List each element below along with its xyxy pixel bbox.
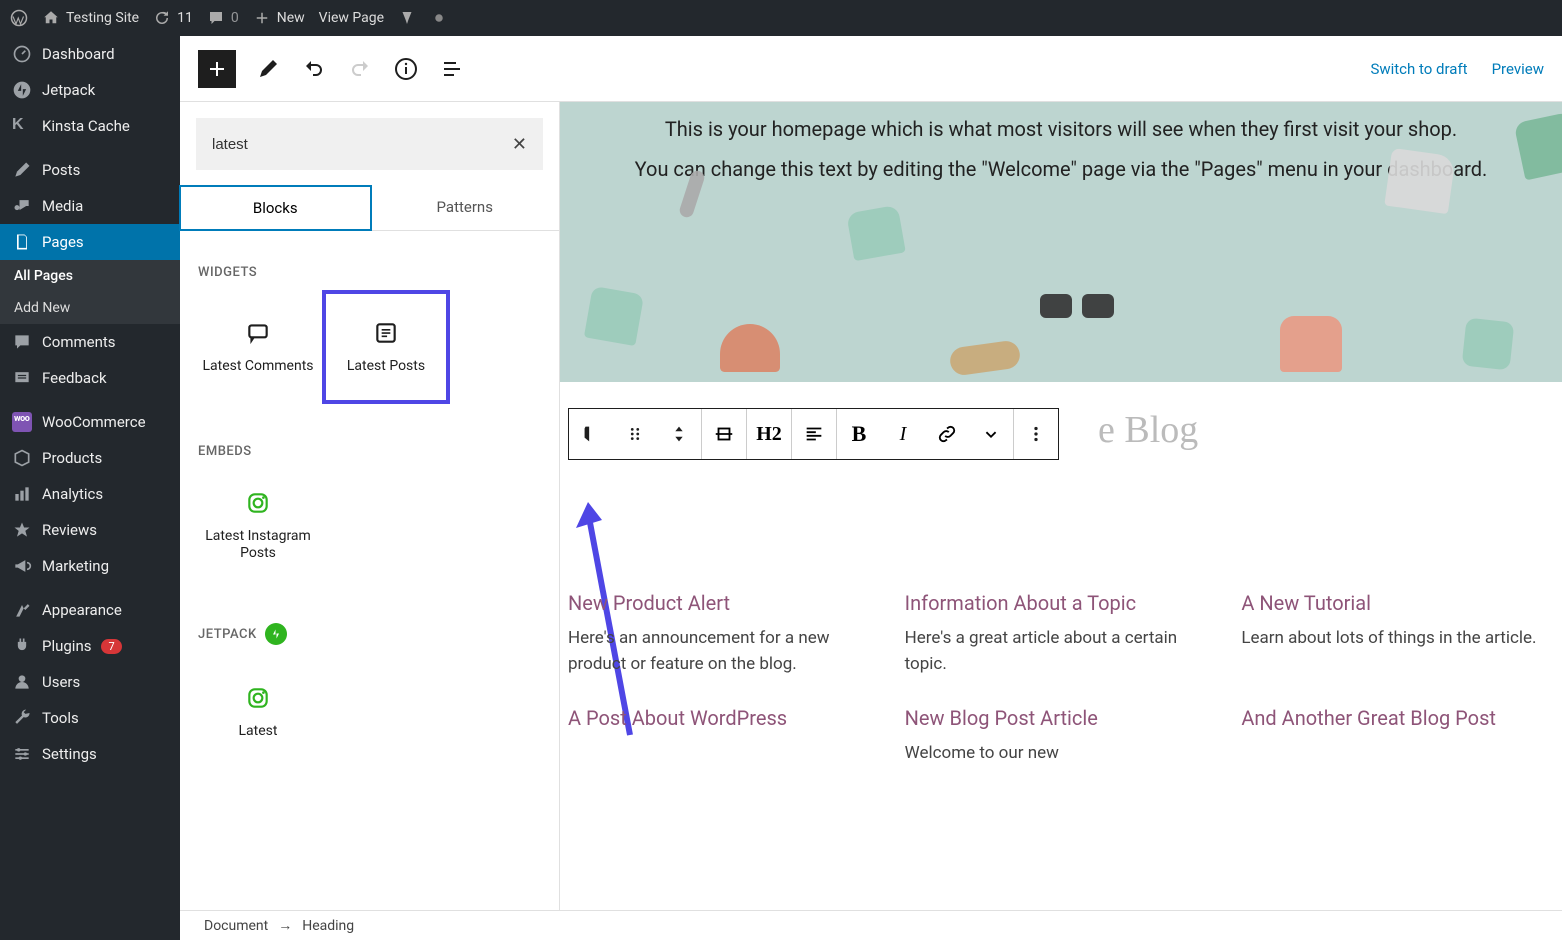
editor-header: Switch to draft Preview xyxy=(180,36,1562,102)
beanie-icon xyxy=(720,324,780,372)
hoodie-icon xyxy=(584,286,644,346)
instagram-icon xyxy=(245,685,271,711)
bold-button[interactable]: B xyxy=(837,409,881,459)
sidebar-item-woocommerce[interactable]: wooWooCommerce xyxy=(0,404,180,440)
post-item[interactable]: A Post About WordPress xyxy=(568,705,881,767)
sidebar-item-kinsta[interactable]: KKinsta Cache xyxy=(0,108,180,144)
drag-handle-icon[interactable] xyxy=(613,409,657,459)
heading-placeholder[interactable]: e Blog xyxy=(1098,408,1198,452)
sidebar-subitem-add-new[interactable]: Add New xyxy=(0,292,180,324)
block-toolbar: H2 B I xyxy=(568,408,1059,460)
editor: Switch to draft Preview ✕ Blocks Pattern… xyxy=(180,36,1562,940)
post-item[interactable]: And Another Great Blog Post xyxy=(1241,705,1554,767)
inserter-tabs: Blocks Patterns xyxy=(180,186,559,231)
sidebar-item-analytics[interactable]: Analytics xyxy=(0,476,180,512)
post-item[interactable]: New Blog Post ArticleWelcome to our new xyxy=(905,705,1218,767)
plugins-update-badge: 7 xyxy=(101,639,121,654)
post-item[interactable]: Information About a TopicHere's a great … xyxy=(905,590,1218,677)
block-search-input[interactable] xyxy=(212,136,512,153)
link-icon[interactable] xyxy=(925,409,969,459)
admin-sidebar: Dashboard Jetpack KKinsta Cache Posts Me… xyxy=(0,36,180,940)
sidebar-item-products[interactable]: Products xyxy=(0,440,180,476)
view-page-link[interactable]: View Page xyxy=(319,10,384,26)
site-link[interactable]: Testing Site xyxy=(42,9,139,27)
undo-button[interactable] xyxy=(300,55,328,83)
sidebar-item-comments[interactable]: Comments xyxy=(0,324,180,360)
block-latest-comments[interactable]: Latest Comments xyxy=(194,290,322,404)
sidebar-item-users[interactable]: Users xyxy=(0,664,180,700)
category-jetpack: JETPACK xyxy=(198,623,545,645)
block-jetpack-latest-instagram[interactable]: Latest xyxy=(194,655,322,769)
hero-text-2: You can change this text by editing the … xyxy=(600,154,1522,184)
clear-search-icon[interactable]: ✕ xyxy=(512,134,527,155)
more-options-icon[interactable] xyxy=(1014,409,1058,459)
belt-icon xyxy=(948,339,1021,376)
switch-to-draft-link[interactable]: Switch to draft xyxy=(1370,60,1467,78)
tshirt-icon xyxy=(1384,148,1455,214)
text-align-icon[interactable] xyxy=(792,409,836,459)
editor-canvas[interactable]: This is your homepage which is what most… xyxy=(560,102,1562,910)
updates-link[interactable]: 11 xyxy=(153,9,193,27)
category-embeds: EMBEDS xyxy=(198,444,545,459)
outline-button[interactable] xyxy=(438,55,466,83)
breadcrumb-document[interactable]: Document xyxy=(204,918,268,934)
list-icon xyxy=(373,320,399,346)
sidebar-item-plugins[interactable]: Plugins7 xyxy=(0,628,180,664)
sidebar-item-marketing[interactable]: Marketing xyxy=(0,548,180,584)
sidebar-item-pages[interactable]: Pages xyxy=(0,224,180,260)
comment-icon xyxy=(245,320,271,346)
yoast-icon[interactable] xyxy=(398,9,416,27)
block-type-icon[interactable] xyxy=(569,409,613,459)
sidebar-item-reviews[interactable]: Reviews xyxy=(0,512,180,548)
sunglasses-icon xyxy=(1040,294,1114,322)
align-icon[interactable] xyxy=(702,409,746,459)
block-search-box: ✕ xyxy=(196,118,543,170)
hoodie-icon xyxy=(846,205,906,261)
admin-bar: Testing Site 11 0 New View Page xyxy=(0,0,1562,36)
sidebar-item-appearance[interactable]: Appearance xyxy=(0,592,180,628)
comments-link[interactable]: 0 xyxy=(207,9,239,27)
italic-button[interactable]: I xyxy=(881,409,925,459)
sidebar-item-media[interactable]: Media xyxy=(0,188,180,224)
sidebar-item-tools[interactable]: Tools xyxy=(0,700,180,736)
block-latest-instagram[interactable]: Latest Instagram Posts xyxy=(194,469,322,583)
category-widgets: WIDGETS xyxy=(198,265,545,280)
block-inserter-panel: ✕ Blocks Patterns WIDGETS Latest Comment… xyxy=(180,102,560,910)
add-block-button[interactable] xyxy=(198,50,236,88)
sidebar-item-posts[interactable]: Posts xyxy=(0,152,180,188)
edit-icon[interactable] xyxy=(254,55,282,83)
sidebar-item-jetpack[interactable]: Jetpack xyxy=(0,72,180,108)
status-dot-icon xyxy=(430,9,448,27)
preview-link[interactable]: Preview xyxy=(1492,60,1544,78)
post-item[interactable]: A New TutorialLearn about lots of things… xyxy=(1241,590,1554,677)
sidebar-submenu-pages: All Pages Add New xyxy=(0,260,180,324)
instagram-icon xyxy=(245,490,271,516)
hero-block: This is your homepage which is what most… xyxy=(560,102,1562,382)
site-name: Testing Site xyxy=(66,10,139,26)
sidebar-item-feedback[interactable]: Feedback xyxy=(0,360,180,396)
breadcrumb-separator: → xyxy=(278,917,292,934)
new-link[interactable]: New xyxy=(253,9,305,27)
heading-level-button[interactable]: H2 xyxy=(747,409,791,459)
editor-breadcrumb: Document → Heading xyxy=(180,910,1562,940)
wp-logo-icon[interactable] xyxy=(10,9,28,27)
move-up-down-icon[interactable] xyxy=(657,409,701,459)
info-button[interactable] xyxy=(392,55,420,83)
sidebar-item-dashboard[interactable]: Dashboard xyxy=(0,36,180,72)
breadcrumb-heading[interactable]: Heading xyxy=(302,918,354,934)
block-latest-posts[interactable]: Latest Posts xyxy=(322,290,450,404)
sidebar-subitem-all-pages[interactable]: All Pages xyxy=(0,260,180,292)
jetpack-icon xyxy=(265,623,287,645)
latest-posts-grid: New Product AlertHere's an announcement … xyxy=(568,590,1554,767)
post-item[interactable]: New Product AlertHere's an announcement … xyxy=(568,590,881,677)
chevron-down-icon[interactable] xyxy=(969,409,1013,459)
tab-blocks[interactable]: Blocks xyxy=(179,185,372,231)
hero-text-1: This is your homepage which is what most… xyxy=(600,114,1522,144)
tab-patterns[interactable]: Patterns xyxy=(371,186,560,230)
sidebar-item-settings[interactable]: Settings xyxy=(0,736,180,772)
onesie-icon xyxy=(1462,318,1515,371)
redo-button[interactable] xyxy=(346,55,374,83)
hoodie-icon xyxy=(1280,316,1342,372)
